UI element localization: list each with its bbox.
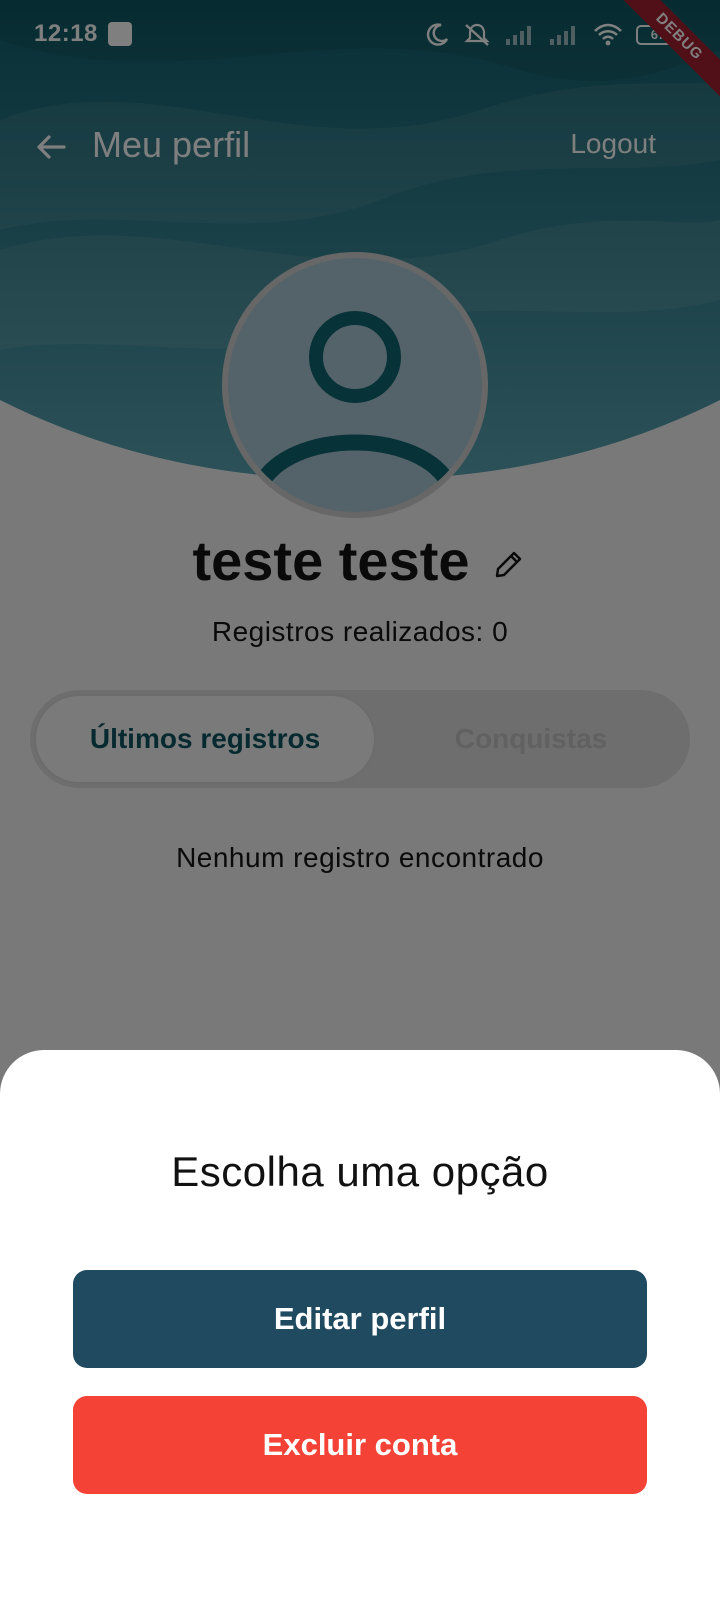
profile-screen: 12:18 bbox=[0, 0, 720, 1600]
delete-account-button[interactable]: Excluir conta bbox=[73, 1396, 647, 1494]
edit-profile-button[interactable]: Editar perfil bbox=[73, 1270, 647, 1368]
sheet-title: Escolha uma opção bbox=[171, 1148, 549, 1195]
bottom-sheet: Escolha uma opção Editar perfil Excluir … bbox=[0, 1050, 720, 1600]
